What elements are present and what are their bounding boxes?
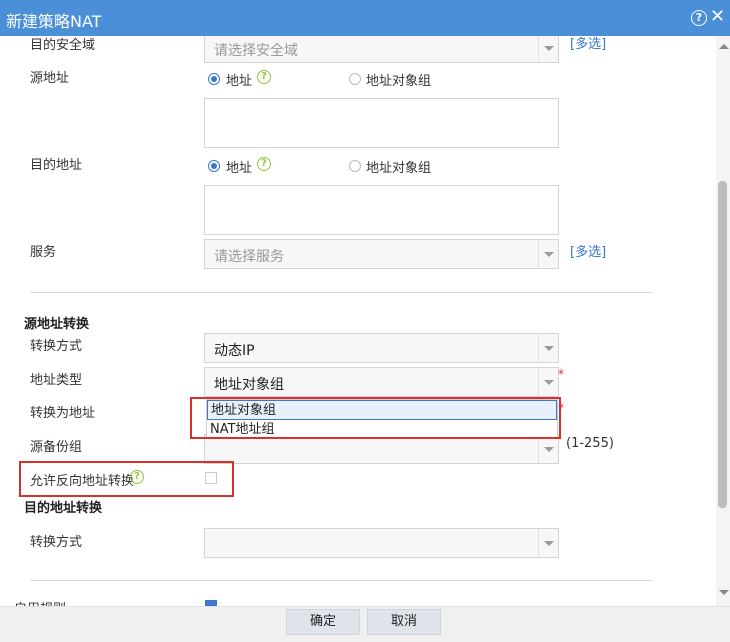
dest-zone-multi-link[interactable]: [多选]: [570, 36, 606, 52]
scroll-up-icon[interactable]: [719, 44, 729, 49]
dialog-footer: 确定 取消: [0, 606, 730, 642]
dialog-title: 新建策略NAT: [6, 12, 102, 31]
dialog-content: 目的安全域 请选择安全域 [多选] 源地址 地址 ? 地址对象组 目的地址 地址…: [0, 36, 716, 606]
new-policy-nat-dialog: 新建策略NAT ? ✕ 目的安全域 请选择安全域 [多选] 源地址 地址 ? 地…: [0, 0, 730, 642]
highlight-box: [19, 461, 234, 497]
addr-type-label: 地址类型: [30, 373, 83, 388]
src-addr-label: 源地址: [30, 71, 70, 86]
addr-type-select[interactable]: 地址对象组: [204, 367, 559, 397]
highlight-box: [190, 397, 561, 439]
src-addr-radio-group[interactable]: [349, 73, 361, 85]
chevron-down-icon: [538, 240, 558, 268]
dest-addr-radio-address[interactable]: [208, 160, 220, 172]
src-nat-method-value: 动态IP: [214, 343, 255, 359]
service-label: 服务: [30, 245, 57, 260]
dest-addr-radio-group[interactable]: [349, 160, 361, 172]
dest-addr-textarea[interactable]: [204, 185, 559, 235]
ok-button[interactable]: 确定: [286, 609, 360, 635]
chevron-down-icon: [538, 334, 558, 362]
chevron-down-icon: [538, 368, 558, 396]
dest-addr-radio-address-label: 地址: [226, 161, 253, 176]
enable-rule-label: 启用规则: [14, 598, 66, 606]
backup-group-hint: (1-255): [566, 436, 614, 451]
cancel-button[interactable]: 取消: [367, 609, 441, 635]
service-select[interactable]: 请选择服务: [204, 239, 559, 269]
src-nat-method-select[interactable]: 动态IP: [204, 333, 559, 363]
chevron-down-icon: [538, 36, 558, 62]
src-addr-textarea[interactable]: [204, 98, 559, 148]
src-addr-radio-group-label: 地址对象组: [366, 74, 432, 89]
close-icon[interactable]: ✕: [710, 8, 726, 26]
dest-zone-select[interactable]: 请选择安全域: [204, 36, 559, 63]
scroll-down-icon[interactable]: [719, 590, 729, 595]
divider: [30, 292, 652, 293]
dest-addr-label: 目的地址: [30, 158, 83, 173]
service-placeholder: 请选择服务: [214, 249, 284, 265]
src-addr-radio-address-label: 地址: [226, 74, 253, 89]
backup-group-label: 源备份组: [30, 440, 83, 455]
dst-nat-section-title: 目的地址转换: [24, 501, 103, 516]
to-addr-label: 转换为地址: [30, 406, 96, 421]
src-addr-radio-address[interactable]: [208, 73, 220, 85]
titlebar: 新建策略NAT ? ✕: [0, 0, 730, 36]
divider: [30, 580, 652, 581]
dst-nat-method-select[interactable]: [204, 528, 559, 558]
question-icon[interactable]: ?: [257, 70, 271, 84]
scrollbar-thumb[interactable]: [718, 181, 727, 508]
chevron-down-icon: [538, 529, 558, 557]
service-multi-link[interactable]: [多选]: [570, 241, 606, 260]
addr-type-value: 地址对象组: [214, 377, 284, 393]
dest-zone-placeholder: 请选择安全域: [214, 43, 298, 59]
question-icon[interactable]: ?: [257, 157, 271, 171]
help-icon[interactable]: ?: [691, 10, 707, 26]
dest-zone-label: 目的安全域: [30, 38, 96, 53]
dest-addr-radio-group-label: 地址对象组: [366, 161, 432, 176]
src-nat-section-title: 源地址转换: [24, 317, 90, 332]
required-mark: *: [558, 367, 564, 381]
src-nat-method-label: 转换方式: [30, 339, 83, 354]
dst-nat-method-label: 转换方式: [30, 535, 83, 550]
vertical-scrollbar[interactable]: [716, 36, 730, 606]
